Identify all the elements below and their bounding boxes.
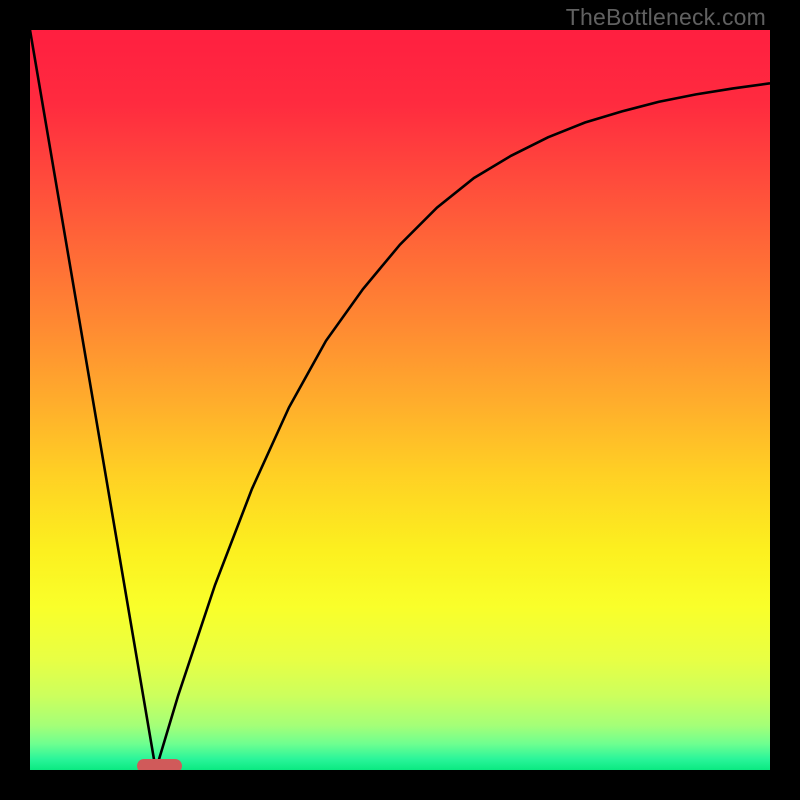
chart-curves <box>30 30 770 770</box>
watermark-text: TheBottleneck.com <box>566 4 766 31</box>
right-curve-path <box>156 83 770 770</box>
chart-frame: TheBottleneck.com <box>0 0 800 800</box>
bottleneck-marker <box>137 759 181 770</box>
plot-area <box>30 30 770 770</box>
left-line-path <box>30 30 156 770</box>
